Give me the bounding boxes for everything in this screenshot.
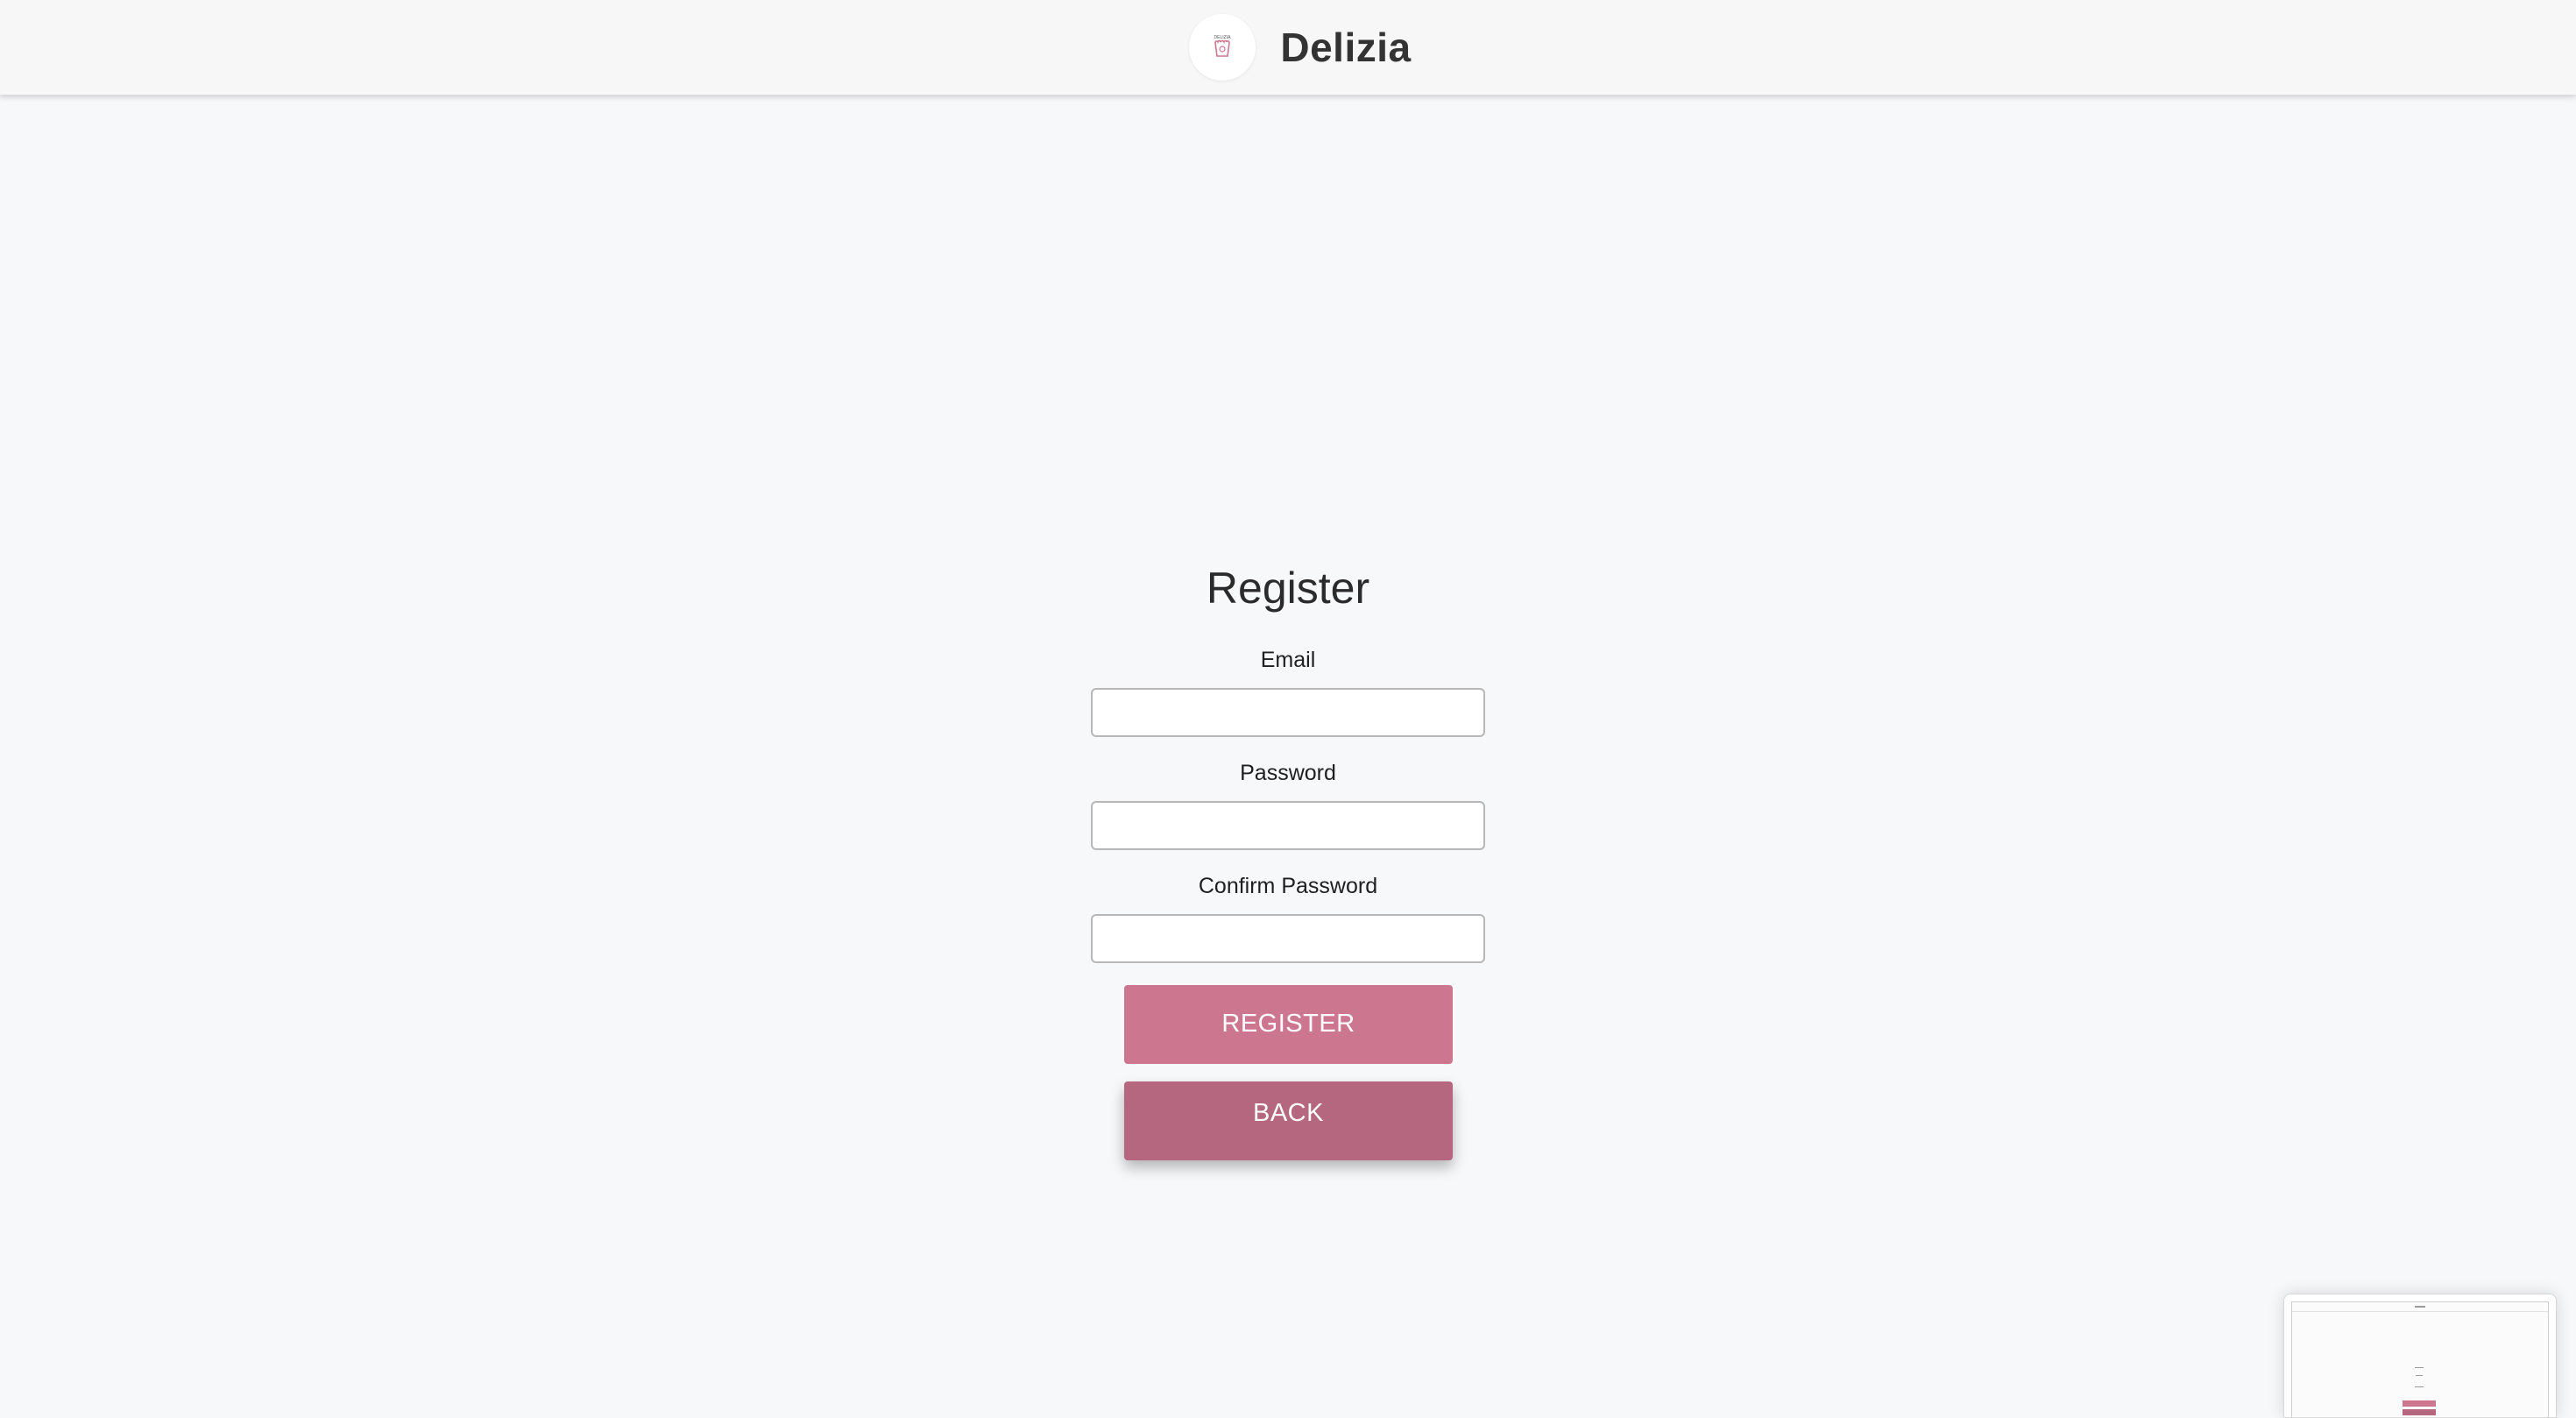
preview-label-line	[2415, 1386, 2424, 1387]
register-button[interactable]: REGISTER	[1124, 985, 1453, 1064]
page-title: Register	[1206, 564, 1370, 613]
svg-text:DELIZIA: DELIZIA	[1214, 35, 1232, 40]
preview-content	[2291, 1301, 2549, 1417]
preview-brand-line	[2415, 1306, 2425, 1308]
brand-name: Delizia	[1280, 25, 1412, 70]
preview-title-line	[2415, 1367, 2424, 1368]
back-button[interactable]: BACK	[1124, 1081, 1453, 1160]
confirm-password-label: Confirm Password	[1198, 874, 1378, 898]
preview-register-button	[2403, 1400, 2436, 1407]
password-label: Password	[1240, 761, 1336, 785]
email-label: Email	[1260, 648, 1316, 672]
email-input[interactable]	[1091, 688, 1485, 737]
delizia-logo-icon: DELIZIA	[1189, 14, 1256, 81]
preview-label-line	[2416, 1375, 2423, 1376]
page-preview-thumbnail[interactable]	[2283, 1294, 2557, 1418]
top-navbar: DELIZIA Delizia	[0, 0, 2576, 95]
preview-back-button	[2403, 1409, 2436, 1415]
register-form: Register Email Password Confirm Password…	[0, 0, 2576, 1407]
password-input[interactable]	[1091, 801, 1485, 850]
confirm-password-input[interactable]	[1091, 914, 1485, 963]
brand[interactable]: DELIZIA Delizia	[1189, 14, 1411, 81]
